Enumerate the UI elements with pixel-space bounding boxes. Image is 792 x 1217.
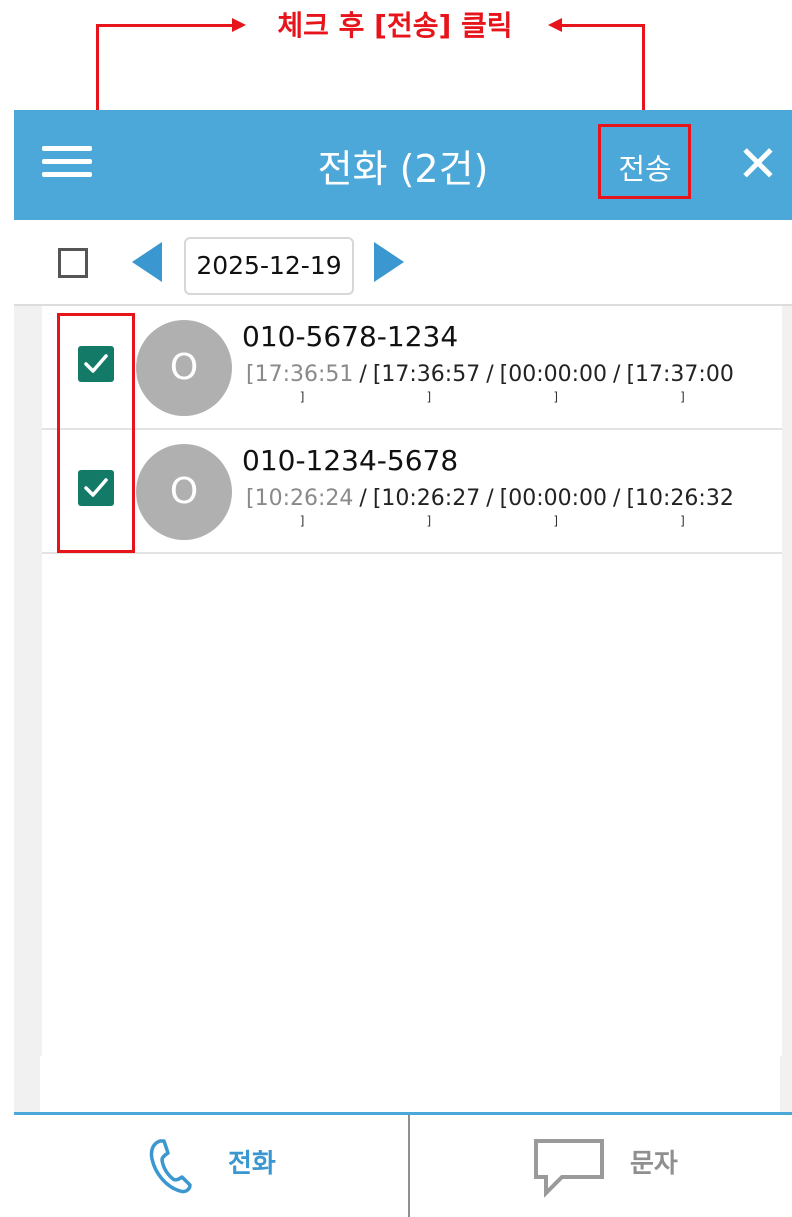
tab-message[interactable]: 문자 [410, 1115, 792, 1217]
app-window: 전화 (2건) 전송 ✕ 2025-12-19 O 010-5678-1234 … [14, 110, 792, 1217]
list-footer [40, 1056, 780, 1112]
call-list: O 010-5678-1234 [17:36:51] / [17:36:57] / [0… [42, 306, 782, 1056]
time-value: [17:36:51] [246, 362, 354, 404]
tab-label: 문자 [630, 1149, 678, 1179]
time-value: [00:00:00] [499, 362, 608, 404]
date-field[interactable]: 2025-12-19 [184, 237, 354, 295]
annotation-highlight-checkboxes [57, 313, 135, 553]
tab-label: 전화 [228, 1149, 276, 1179]
call-times: [10:26:24] / [10:26:27] / [00:00:00] / [10:26:… [246, 486, 734, 528]
date-toolbar: 2025-12-19 [14, 220, 792, 306]
call-times: [17:36:51] / [17:36:57] / [00:00:00] / [17:37:… [246, 362, 734, 404]
time-value: [00:00:00] [499, 486, 608, 528]
chat-icon [534, 1139, 604, 1198]
avatar: O [136, 320, 232, 416]
list-item[interactable]: O 010-5678-1234 [17:36:51] / [17:36:57] / [0… [42, 306, 782, 430]
time-value: [10:26:24] [246, 486, 354, 528]
time-value: [17:37:00] [626, 362, 734, 404]
annotation-highlight-send [598, 124, 691, 199]
time-value: [10:26:32] [626, 486, 734, 528]
prev-date-icon[interactable] [132, 242, 162, 282]
list-item[interactable]: O 010-1234-5678 [10:26:24] / [10:26:27] / [0… [42, 430, 782, 554]
time-value: [10:26:27] [372, 486, 481, 528]
annotation-arrow-left [548, 18, 562, 32]
annotation-arrow-right [232, 18, 246, 32]
phone-number: 010-5678-1234 [242, 320, 459, 353]
annotation-line-top-right [560, 24, 645, 27]
next-date-icon[interactable] [374, 242, 404, 282]
phone-icon [149, 1139, 192, 1194]
annotation-line-top-left [96, 24, 236, 27]
annotation-label: 체크 후 [전송] 클릭 [277, 9, 513, 42]
tab-phone[interactable]: 전화 [14, 1115, 403, 1217]
bottom-tab-bar: 전화 문자 [14, 1112, 792, 1217]
close-icon[interactable]: ✕ [732, 136, 784, 192]
time-value: [17:36:57] [372, 362, 481, 404]
select-all-checkbox[interactable] [58, 248, 88, 278]
avatar: O [136, 444, 232, 540]
phone-number: 010-1234-5678 [242, 444, 459, 477]
